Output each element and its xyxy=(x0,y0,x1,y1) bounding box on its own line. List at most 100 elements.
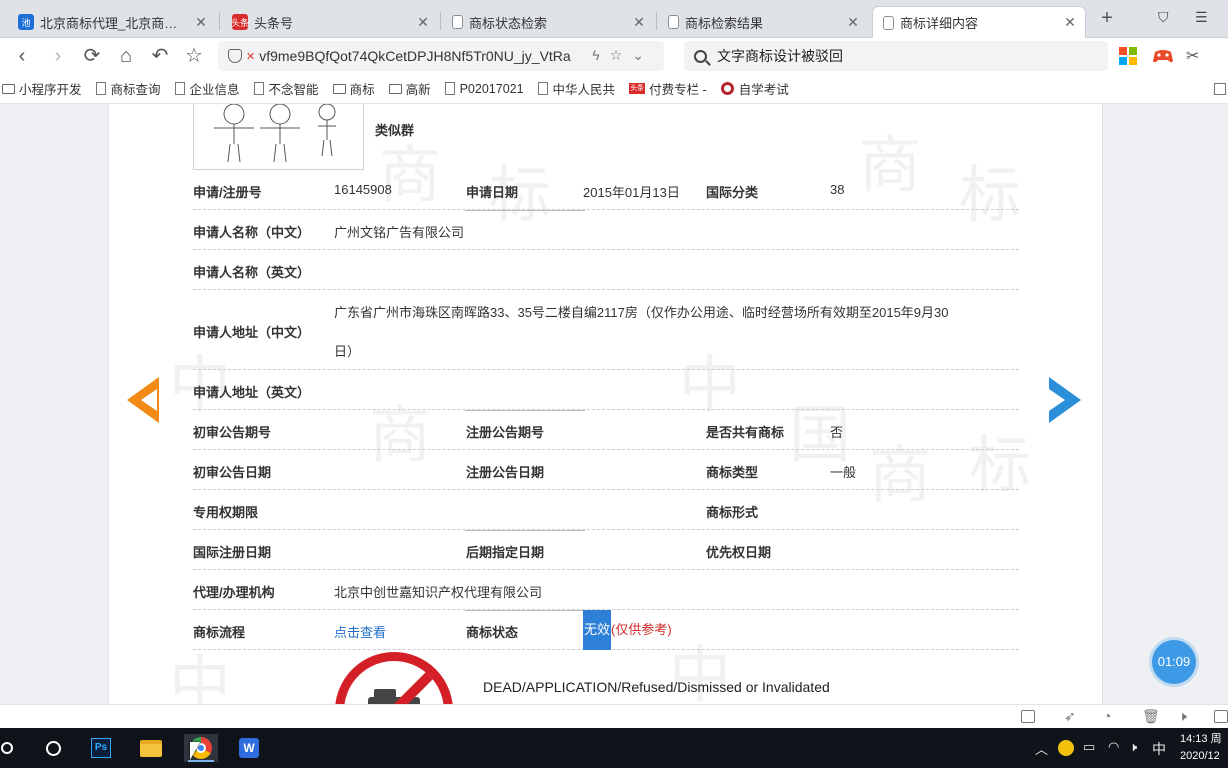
apply-date-value: 2015年01月13日 xyxy=(583,185,680,200)
row-prelim-pub-date: 初审公告日期 注册公告日期 商标类型 一般 xyxy=(193,450,1019,490)
ime-indicator[interactable]: 中 xyxy=(1152,739,1166,759)
row-applicant-cn: 申请人名称（中文） 广州文铭广告有限公司 xyxy=(193,210,1019,250)
bookmark-label: 商标查询 xyxy=(110,83,161,97)
page-icon xyxy=(452,15,463,29)
forward-button[interactable]: › xyxy=(46,44,70,68)
address-cn-label: 申请人地址（中文） xyxy=(193,325,311,340)
invalid-status-icon xyxy=(335,652,453,704)
toutiao-icon: 头条 xyxy=(629,83,646,94)
agent-label: 代理/办理机构 xyxy=(193,585,275,600)
address-cn-line2: 日） xyxy=(334,344,361,359)
tab-title: 商标检索结果 xyxy=(685,15,764,31)
game-controller-icon[interactable] xyxy=(1152,46,1173,66)
bookmark-label: 付费专栏 - xyxy=(649,83,707,97)
bookmark-star-button[interactable]: ☆ xyxy=(182,44,206,68)
intl-class-value: 38 xyxy=(830,182,845,197)
wps-writer-icon[interactable]: W xyxy=(234,734,264,762)
bookmark-overflow-icon[interactable] xyxy=(1214,83,1226,95)
bookmark-item[interactable]: 小程序开发 xyxy=(2,79,82,98)
system-clock[interactable]: 14:13 周 2020/12 xyxy=(1180,731,1222,765)
tshirt-skin-icon[interactable]: ⛉ xyxy=(1158,9,1169,26)
close-icon[interactable]: ✕ xyxy=(632,14,646,31)
photoshop-icon[interactable]: Ps xyxy=(86,734,116,762)
speed-icon[interactable]: ◔ xyxy=(1103,708,1111,724)
prelim-pub-no-label: 初审公告期号 xyxy=(193,425,272,440)
agent-value: 北京中创世嘉知识产权代理有限公司 xyxy=(334,585,543,600)
cartoon-figures-icon xyxy=(214,104,336,163)
page-icon xyxy=(883,15,894,30)
close-icon[interactable]: ✕ xyxy=(416,14,430,31)
tab-status-search[interactable]: 商标状态检索 ✕ xyxy=(442,6,654,38)
page-icon xyxy=(174,82,185,95)
task-view-icon[interactable] xyxy=(38,734,68,762)
recording-timer[interactable]: 01:09 xyxy=(1152,640,1196,684)
window-icon[interactable] xyxy=(1214,710,1228,723)
url-text[interactable]: vf9me9BQfQot74QkCetDPJH8Nf5Tr0NU_jy_VtRa xyxy=(259,48,599,64)
tab-title: 商标详细内容 xyxy=(900,16,979,31)
toutiao-icon: 头条 xyxy=(231,14,249,30)
row-prelim-pub-no: 初审公告期号 注册公告期号 是否共有商标 否 xyxy=(193,410,1019,450)
tab-separator xyxy=(219,12,220,30)
tab-toutiao[interactable]: 头条 头条号 ✕ xyxy=(222,6,438,38)
reg-no-label: 申请/注册号 xyxy=(193,185,262,200)
address-actions[interactable]: ϟ☆⌄ xyxy=(592,47,654,64)
bookmark-item[interactable]: 高新 xyxy=(388,79,431,98)
bookmark-item[interactable]: 企业信息 xyxy=(174,79,240,98)
bookmark-item[interactable]: 商标查询 xyxy=(95,79,161,98)
speaker-icon[interactable]: 🕨 xyxy=(1129,739,1137,755)
apps-grid-icon[interactable] xyxy=(1118,46,1138,66)
bookmarks-bar: 小程序开发 商标查询 企业信息 不念智能 商标 高新 P02017021 中华人… xyxy=(0,74,1228,104)
file-explorer-icon[interactable] xyxy=(136,734,166,762)
tab-trademark-detail[interactable]: 商标详细内容 ✕ xyxy=(872,6,1086,38)
search-icon[interactable] xyxy=(0,734,22,762)
bookmark-item[interactable]: P02017021 xyxy=(444,82,524,96)
shared-value: 否 xyxy=(830,425,844,440)
trash-icon[interactable]: 🗑 xyxy=(1142,708,1160,725)
tm-type-value: 一般 xyxy=(830,465,857,480)
tab-search-results[interactable]: 商标检索结果 ✕ xyxy=(658,6,868,38)
search-box[interactable]: 文字商标设计被驳回 xyxy=(684,41,1108,71)
exam-logo-icon xyxy=(720,82,734,95)
chevron-up-icon[interactable]: ︿ xyxy=(1035,739,1048,758)
menu-icon[interactable]: ☰ xyxy=(1195,9,1208,26)
scissors-icon[interactable]: ✂ xyxy=(1186,46,1206,66)
tab-separator xyxy=(656,12,657,30)
bookmark-item[interactable]: 商标 xyxy=(332,79,375,98)
page-icon xyxy=(95,82,106,95)
home-button[interactable]: ⌂ xyxy=(114,44,138,68)
bookmark-item[interactable]: 不念智能 xyxy=(253,79,319,98)
back-button[interactable]: ‹ xyxy=(10,44,34,68)
close-icon[interactable]: ✕ xyxy=(846,14,860,31)
volume-icon[interactable]: 🕨 xyxy=(1178,708,1187,725)
applicant-cn-label: 申请人名称（中文） xyxy=(193,225,311,240)
bookmark-item[interactable]: 头条 付费专栏 - xyxy=(629,79,707,98)
reload-button[interactable]: ⟳ xyxy=(80,44,104,68)
rocket-icon[interactable]: ➶ xyxy=(1064,708,1076,725)
search-input[interactable]: 文字商标设计被驳回 xyxy=(717,46,843,66)
intl-reg-date-label: 国际注册日期 xyxy=(193,545,272,560)
plus-badge-icon[interactable] xyxy=(1058,740,1074,756)
image-icon[interactable] xyxy=(1021,710,1035,723)
browser-status-bar: ➶ ◔ 🗑 🕨 xyxy=(0,704,1228,728)
network-icon[interactable]: ◠ xyxy=(1108,739,1119,755)
close-icon[interactable]: ✕ xyxy=(194,14,208,31)
close-icon[interactable]: ✕ xyxy=(1063,14,1077,31)
status-note: (仅供参考) xyxy=(611,622,672,637)
shared-label: 是否共有商标 xyxy=(706,425,785,440)
trademark-detail-panel: 商 标 商 标 中 商 中 国 商 中 中 标 类似群 申请/注册号 16145… xyxy=(108,104,1103,704)
new-tab-button[interactable]: + xyxy=(1097,8,1117,28)
clock-time: 14:13 周 xyxy=(1180,733,1222,745)
view-process-link[interactable]: 点击查看 xyxy=(334,622,386,641)
bookmark-item[interactable]: 自学考试 xyxy=(720,79,789,98)
reg-no-value: 16145908 xyxy=(334,182,392,197)
address-cn-line1: 广东省广州市海珠区南晖路33、35号二楼自编2117房（仅作办公用途、临时经营场… xyxy=(334,305,949,320)
address-bar[interactable]: ✕ vf9me9BQfQot74QkCetDPJH8Nf5Tr0NU_jy_Vt… xyxy=(218,41,664,71)
reg-pub-no-label: 注册公告期号 xyxy=(466,425,545,440)
bookmark-item[interactable]: 中华人民共 xyxy=(537,79,615,98)
site-logo-icon: 池 xyxy=(18,14,34,30)
tab-beijing-trademark[interactable]: 池 北京商标代理_北京商标注册代 ✕ xyxy=(8,6,216,38)
undo-close-button[interactable]: ↶ xyxy=(148,44,172,68)
intl-class-label: 国际分类 xyxy=(706,185,759,200)
battery-icon[interactable]: ▭ xyxy=(1083,739,1095,755)
exclusive-period-label: 专用权期限 xyxy=(193,505,259,520)
